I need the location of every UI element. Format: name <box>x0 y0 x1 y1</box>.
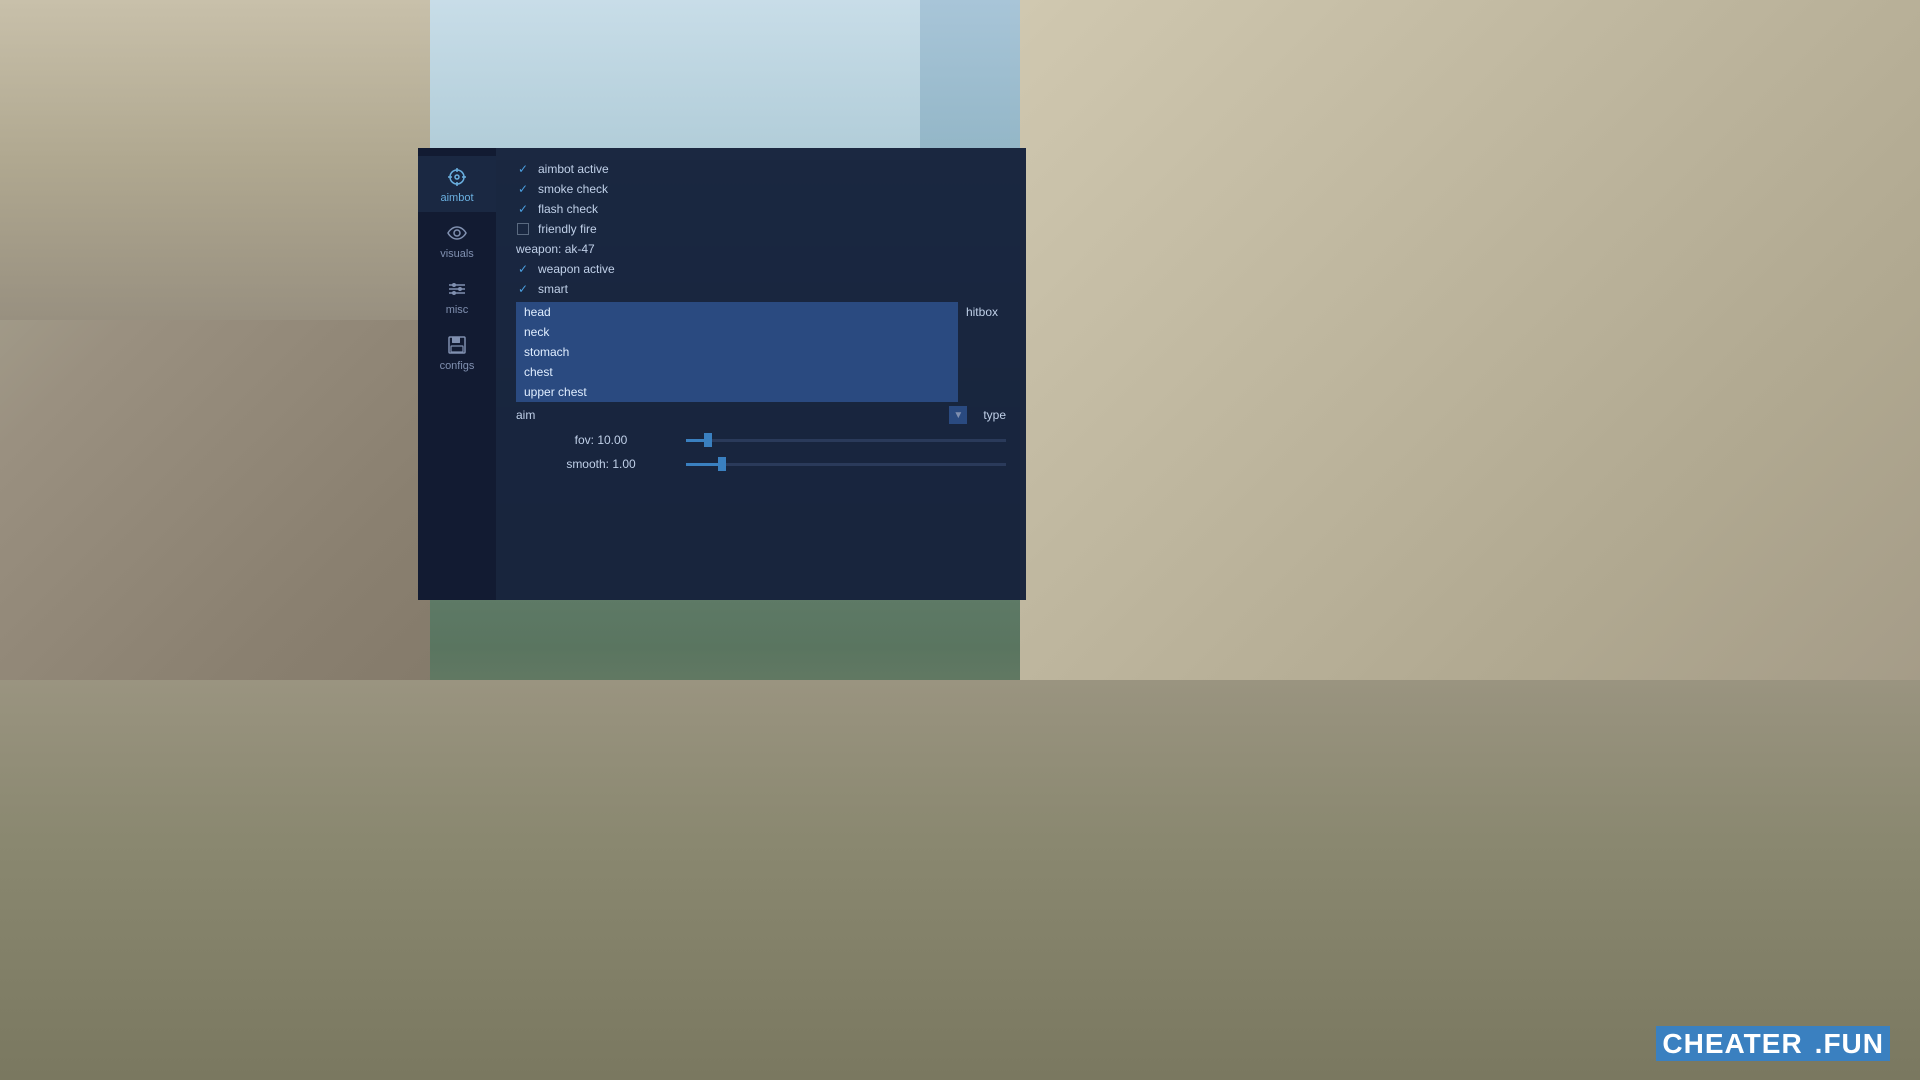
sidebar: aimbot visuals <box>418 148 496 600</box>
weapon-active-row[interactable]: ✓ weapon active <box>516 262 1006 276</box>
smooth-label: smooth: 1.00 <box>516 457 686 471</box>
hitbox-label: hitbox <box>958 302 1006 322</box>
friendly-fire-row[interactable]: friendly fire <box>516 222 1006 236</box>
sidebar-visuals-label: visuals <box>440 248 474 260</box>
sidebar-misc-label: misc <box>446 304 469 316</box>
aimbot-active-label: aimbot active <box>538 162 609 176</box>
aim-type-row: aim ▼ type <box>516 406 1006 424</box>
hitbox-upper-chest[interactable]: upper chest <box>516 382 958 402</box>
fov-track <box>686 439 1006 442</box>
smart-label: smart <box>538 282 568 296</box>
hitbox-list: head neck stomach chest upper chest <box>516 302 958 402</box>
sidebar-item-misc[interactable]: misc <box>418 268 496 324</box>
aimbot-active-row[interactable]: ✓ aimbot active <box>516 162 1006 176</box>
fov-fill <box>686 439 704 442</box>
aimbot-content: ✓ aimbot active ✓ smoke check ✓ flash ch… <box>496 148 1026 600</box>
fov-slider[interactable] <box>686 432 1006 448</box>
smoke-check-checkbox[interactable]: ✓ <box>516 182 530 196</box>
smooth-fill <box>686 463 718 466</box>
hitbox-neck[interactable]: neck <box>516 322 958 342</box>
sidebar-item-configs[interactable]: configs <box>418 324 496 380</box>
smart-checkbox[interactable]: ✓ <box>516 282 530 296</box>
eye-icon <box>446 222 468 244</box>
sidebar-item-aimbot[interactable]: aimbot <box>418 156 496 212</box>
smooth-track <box>686 463 1006 466</box>
smooth-slider[interactable] <box>686 456 1006 472</box>
watermark: CHEATER.FUN <box>1654 1028 1890 1060</box>
sidebar-aimbot-label: aimbot <box>440 192 473 204</box>
smart-row[interactable]: ✓ smart <box>516 282 1006 296</box>
fov-slider-row: fov: 10.00 <box>516 432 1006 448</box>
fov-thumb[interactable] <box>704 433 712 447</box>
sidebar-configs-label: configs <box>440 360 475 372</box>
flash-check-row[interactable]: ✓ flash check <box>516 202 1006 216</box>
weapon-label: weapon: ak-47 <box>516 242 1006 256</box>
aim-label: aim <box>516 408 546 422</box>
flash-check-checkbox[interactable]: ✓ <box>516 202 530 216</box>
bg-sky <box>430 0 920 160</box>
save-icon <box>446 334 468 356</box>
flash-check-label: flash check <box>538 202 598 216</box>
smooth-slider-row: smooth: 1.00 <box>516 456 1006 472</box>
smooth-thumb[interactable] <box>718 457 726 471</box>
crosshair-icon <box>446 166 468 188</box>
empty-checkbox <box>517 223 529 235</box>
type-label: type <box>983 408 1006 422</box>
bg-ground <box>0 680 1920 1080</box>
smoke-check-row[interactable]: ✓ smoke check <box>516 182 1006 196</box>
weapon-active-checkbox[interactable]: ✓ <box>516 262 530 276</box>
hitbox-chest[interactable]: chest <box>516 362 958 382</box>
hitbox-stomach[interactable]: stomach <box>516 342 958 362</box>
main-panel: aimbot visuals <box>418 148 1026 600</box>
friendly-fire-label: friendly fire <box>538 222 597 236</box>
fov-label: fov: 10.00 <box>516 433 686 447</box>
aimbot-active-checkbox[interactable]: ✓ <box>516 162 530 176</box>
smoke-check-label: smoke check <box>538 182 608 196</box>
friendly-fire-checkbox[interactable] <box>516 222 530 236</box>
watermark-accent: .FUN <box>1809 1026 1890 1061</box>
watermark-main: CHEATER <box>1656 1026 1808 1061</box>
sliders-icon <box>446 278 468 300</box>
hitbox-section: head neck stomach chest upper chest hitb… <box>516 302 1006 402</box>
hitbox-head[interactable]: head <box>516 302 958 322</box>
weapon-active-label: weapon active <box>538 262 615 276</box>
sidebar-item-visuals[interactable]: visuals <box>418 212 496 268</box>
aim-dropdown[interactable]: ▼ <box>949 406 967 424</box>
